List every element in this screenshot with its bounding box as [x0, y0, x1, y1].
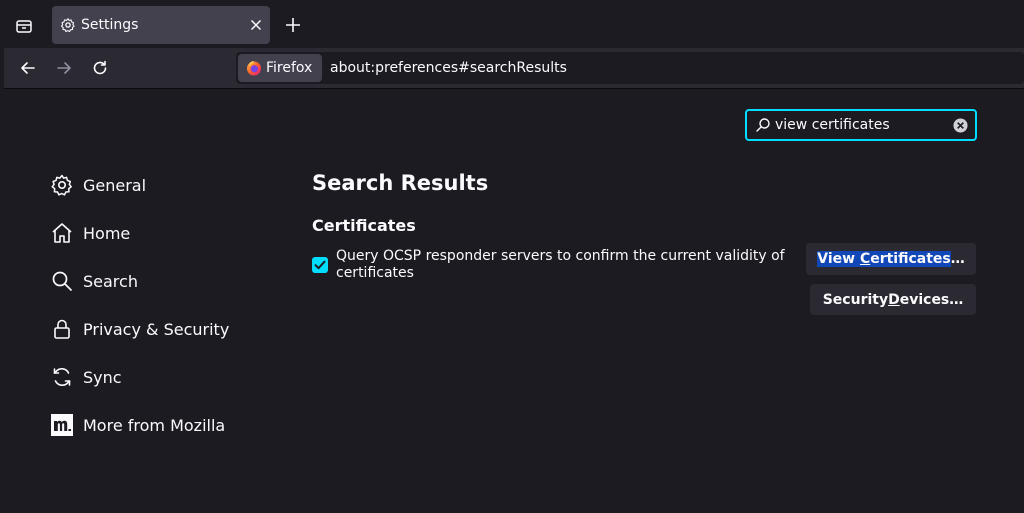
- section-title: Certificates: [312, 216, 416, 235]
- checkmark-icon: [314, 260, 326, 270]
- lock-icon: [54, 319, 70, 339]
- back-button[interactable]: [19, 59, 37, 77]
- url-text[interactable]: about:preferences#searchResults: [330, 60, 567, 76]
- clear-search-icon[interactable]: [953, 118, 968, 133]
- sidebar-item-label: Home: [83, 224, 131, 243]
- tab-list-button[interactable]: [12, 14, 36, 38]
- browser-window: Settings Firefox about:preferences#searc…: [0, 0, 1024, 513]
- new-tab-button[interactable]: [284, 16, 302, 34]
- navigation-toolbar: Firefox about:preferences#searchResults: [4, 48, 1024, 89]
- identity-label: Firefox: [266, 60, 313, 76]
- button-label-part: View: [817, 251, 860, 267]
- gear-icon: [60, 18, 75, 33]
- sidebar-item-sync[interactable]: Sync: [50, 361, 290, 393]
- reload-button[interactable]: [91, 59, 109, 77]
- ocsp-checkbox-label[interactable]: Query OCSP responder servers to confirm …: [336, 248, 786, 282]
- search-icon: [52, 271, 72, 291]
- sidebar-item-general[interactable]: General: [50, 169, 290, 201]
- identity-box[interactable]: Firefox: [238, 54, 322, 82]
- search-highlight: View Certificates: [817, 251, 951, 267]
- gear-icon: [51, 174, 72, 196]
- sidebar-item-label: Privacy & Security: [83, 320, 230, 339]
- close-icon[interactable]: [248, 17, 264, 33]
- sidebar-item-label: More from Mozilla: [83, 416, 226, 435]
- home-icon: [52, 223, 72, 243]
- security-devices-button[interactable]: Security Devices…: [810, 284, 976, 315]
- url-bar[interactable]: Firefox about:preferences#searchResults: [236, 52, 1024, 84]
- forward-button[interactable]: [55, 59, 73, 77]
- sidebar-item-label: General: [83, 176, 147, 195]
- ocsp-checkbox[interactable]: [312, 257, 328, 273]
- button-label-part: evices…: [899, 291, 964, 308]
- view-certificates-button[interactable]: View Certificates…: [806, 243, 976, 275]
- tab-settings[interactable]: Settings: [52, 6, 270, 44]
- settings-search-box[interactable]: [745, 109, 977, 141]
- access-key: D: [888, 291, 900, 308]
- mozilla-icon: [51, 414, 73, 436]
- search-icon: [756, 118, 770, 132]
- tab-title: Settings: [81, 17, 139, 33]
- tab-strip: Settings: [0, 0, 1024, 48]
- search-input[interactable]: [775, 114, 945, 136]
- button-label-part: ertificates: [870, 251, 951, 267]
- sidebar-item-privacy[interactable]: Privacy & Security: [50, 313, 290, 345]
- sidebar-item-label: Sync: [83, 368, 122, 387]
- settings-page: General Home Search Priva: [4, 89, 1024, 513]
- sidebar-item-label: Search: [83, 272, 138, 291]
- access-key: C: [859, 251, 871, 267]
- firefox-logo-icon: [247, 61, 261, 76]
- button-label-part: Security: [822, 291, 889, 308]
- sidebar-item-home[interactable]: Home: [50, 217, 290, 249]
- sidebar-item-more-from-mozilla[interactable]: More from Mozilla: [50, 409, 290, 441]
- page-title: Search Results: [312, 171, 489, 195]
- button-label-part: …: [950, 251, 965, 267]
- sync-icon: [53, 368, 71, 386]
- sidebar-item-search[interactable]: Search: [50, 265, 290, 297]
- tab-list-icon: [16, 20, 32, 33]
